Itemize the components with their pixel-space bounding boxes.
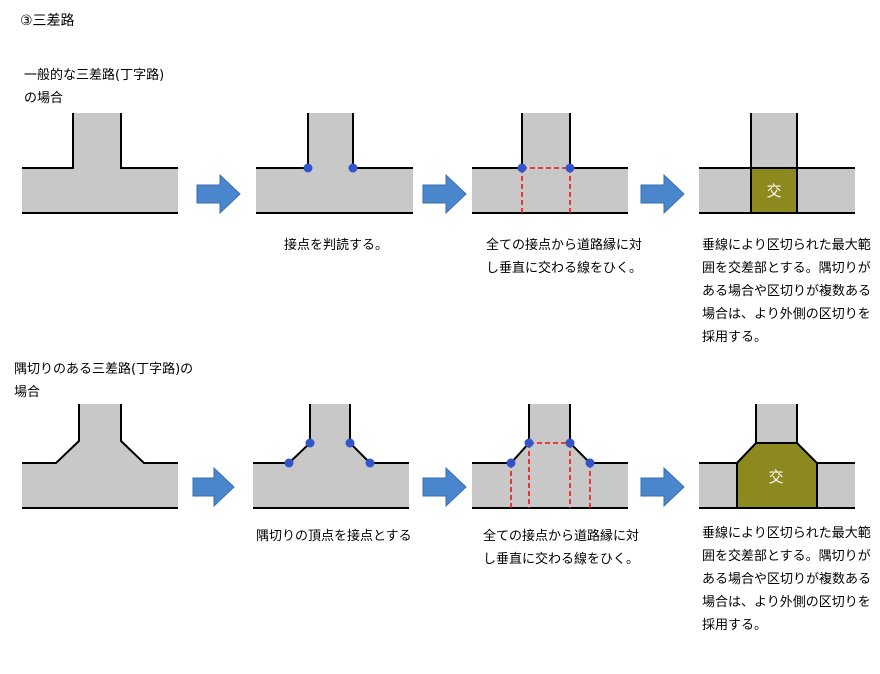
intersection-label: 交 (768, 468, 783, 486)
intersection-label: 交 (766, 182, 781, 200)
contact-point (303, 163, 313, 173)
t-junction-corner-intersection-area: 交 (699, 404, 855, 509)
t-junction-intersection-area: 交 (699, 113, 855, 214)
contact-point (348, 163, 358, 173)
arrow-icon (192, 466, 235, 508)
t-junction-plain-1 (22, 113, 178, 214)
contact-point (365, 458, 375, 468)
contact-point (506, 458, 516, 468)
contact-point (284, 458, 294, 468)
t-junction-corner-perpendiculars (472, 404, 628, 509)
contact-point (565, 163, 575, 173)
contact-point (524, 438, 534, 448)
arrow-icon (422, 466, 467, 508)
arrow-icon (196, 173, 241, 215)
t-junction-corner-vertices (253, 404, 409, 509)
contact-point (345, 438, 355, 448)
contact-point (565, 438, 575, 448)
contact-point (305, 438, 315, 448)
t-junction-perpendiculars (472, 113, 628, 214)
contact-point (585, 458, 595, 468)
arrow-icon (640, 466, 685, 508)
contact-point (517, 163, 527, 173)
arrow-icon (640, 173, 685, 215)
t-junction-contact-points (256, 113, 413, 214)
t-junction-corner-cut (22, 404, 178, 509)
arrow-icon (422, 173, 467, 215)
diagram-canvas: 交 交 (22, 113, 855, 509)
